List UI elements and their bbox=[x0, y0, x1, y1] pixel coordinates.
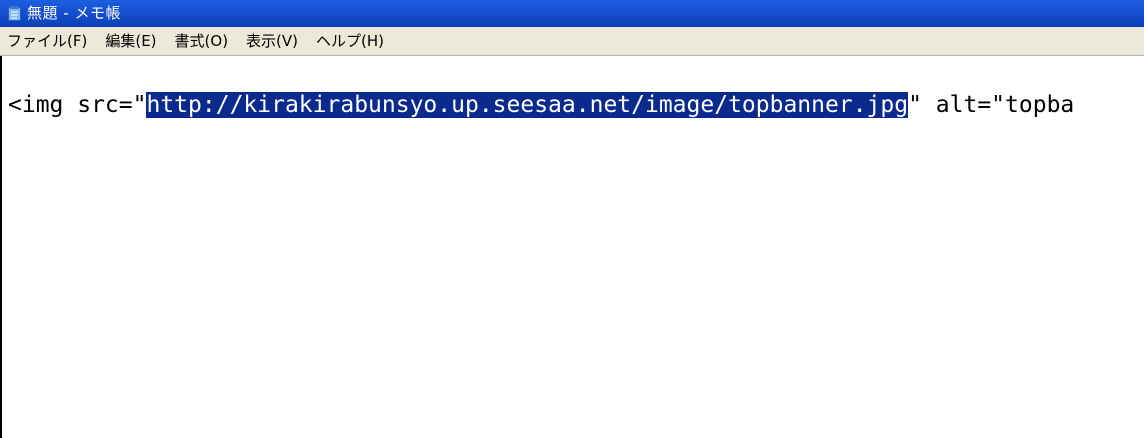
menu-file[interactable]: ファイル(F) bbox=[0, 27, 98, 55]
menu-view[interactable]: 表示(V) bbox=[239, 27, 309, 55]
notepad-icon bbox=[8, 6, 22, 21]
menu-bar: ファイル(F) 編集(E) 書式(O) 表示(V) ヘルプ(H) bbox=[0, 27, 1144, 56]
window-title: 無題 - メモ帳 bbox=[27, 4, 121, 22]
menu-edit[interactable]: 編集(E) bbox=[98, 27, 167, 55]
title-bar[interactable]: 無題 - メモ帳 bbox=[0, 0, 1144, 27]
text-before-selection: <img src=" bbox=[8, 92, 147, 118]
selected-text[interactable]: http://kirakirabunsyo.up.seesaa.net/imag… bbox=[146, 92, 909, 118]
text-after-selection: " alt="topba bbox=[908, 92, 1075, 118]
notepad-window: 無題 - メモ帳 ファイル(F) 編集(E) 書式(O) 表示(V) ヘルプ(H… bbox=[0, 0, 1144, 438]
text-editor[interactable]: <img src="http://kirakirabunsyo.up.seesa… bbox=[0, 56, 1144, 438]
menu-format[interactable]: 書式(O) bbox=[168, 27, 240, 55]
text-line: <img src="http://kirakirabunsyo.up.seesa… bbox=[8, 90, 1074, 120]
menu-help[interactable]: ヘルプ(H) bbox=[309, 27, 395, 55]
